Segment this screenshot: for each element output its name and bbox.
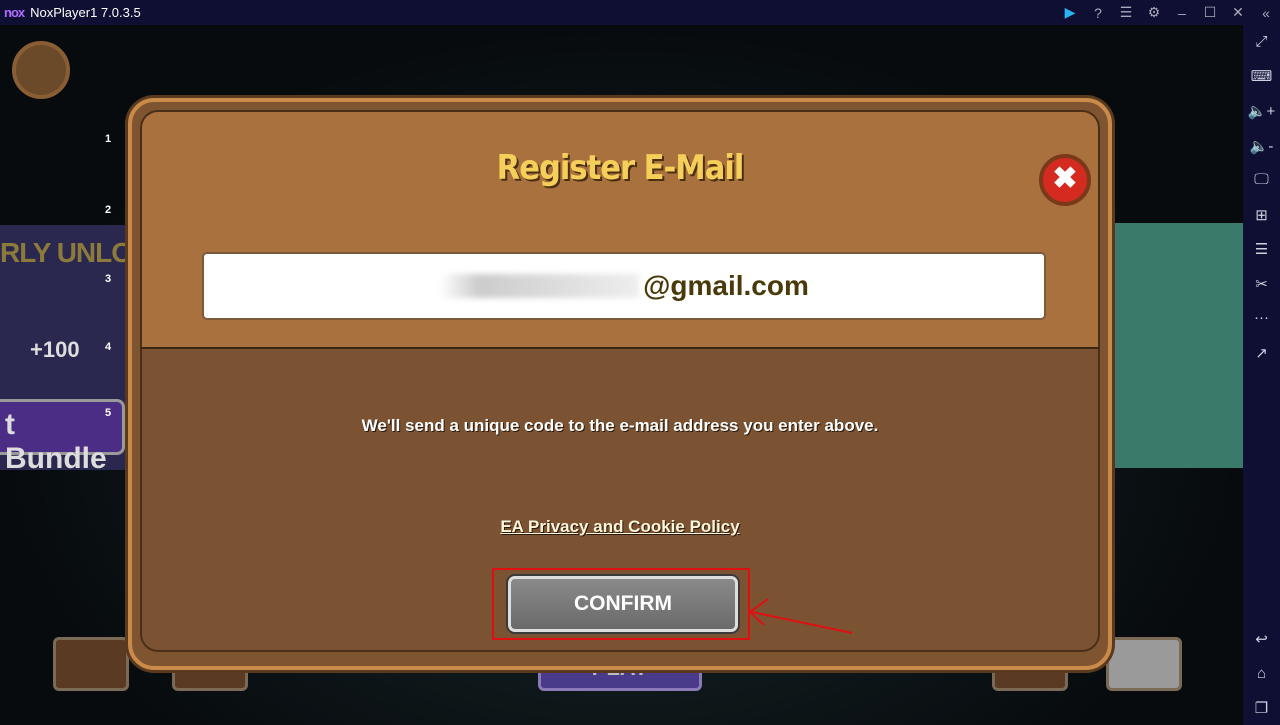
list-number: 5 bbox=[105, 407, 112, 419]
privacy-policy-link[interactable]: EA Privacy and Cookie Policy bbox=[132, 517, 1108, 537]
confirm-button[interactable]: CONFIRM bbox=[508, 576, 738, 632]
multi-instance-icon[interactable]: ☰ bbox=[1243, 240, 1280, 258]
dialog-title: Register E-Mail bbox=[496, 148, 745, 188]
window-title: NoxPlayer1 7.0.3.5 bbox=[30, 5, 141, 20]
apk-install-icon[interactable]: ⊞ bbox=[1243, 206, 1280, 224]
settings-icon[interactable]: ⚙ bbox=[1146, 4, 1162, 21]
gamepad-button[interactable] bbox=[1106, 637, 1182, 691]
nox-logo: nox bbox=[4, 5, 25, 20]
back-icon[interactable]: ↩ bbox=[1243, 630, 1280, 648]
play-store-icon[interactable]: ▶ bbox=[1062, 4, 1078, 21]
keyboard-icon[interactable]: ⌨ bbox=[1243, 67, 1280, 85]
close-icon[interactable]: ✕ bbox=[1230, 4, 1246, 21]
redacted-text bbox=[439, 274, 640, 298]
register-email-dialog: Register E-Mail ✖ @gmail.com We'll send … bbox=[128, 98, 1112, 670]
list-number: 3 bbox=[105, 273, 112, 285]
fullscreen-icon[interactable]: ⤢ bbox=[1243, 33, 1280, 50]
screen-icon[interactable]: 🖵 bbox=[1243, 171, 1280, 188]
volume-up-icon[interactable]: 🔈+ bbox=[1243, 102, 1280, 120]
title-bar: nox NoxPlayer1 7.0.3.5 ▶ ? ☰ ⚙ – ☐ ✕ « bbox=[0, 0, 1280, 25]
list-number: 1 bbox=[105, 133, 112, 145]
list-number: 2 bbox=[105, 204, 112, 216]
email-suffix: @gmail.com bbox=[643, 270, 809, 301]
info-text: We'll send a unique code to the e-mail a… bbox=[361, 416, 879, 435]
email-input[interactable]: @gmail.com bbox=[202, 252, 1046, 320]
close-dialog-button[interactable]: ✖ bbox=[1039, 154, 1091, 206]
list-number: 4 bbox=[105, 341, 112, 353]
help-icon[interactable]: ? bbox=[1090, 5, 1106, 21]
share-icon[interactable]: ↗ bbox=[1243, 344, 1280, 362]
menu-icon[interactable]: ☰ bbox=[1118, 4, 1134, 21]
emulator-sidebar: ⤢ ⌨ 🔈+ 🔈- 🖵 ⊞ ☰ ✂ ··· ↗ ↩ ⌂ ❐ bbox=[1243, 25, 1280, 725]
more-icon[interactable]: ··· bbox=[1243, 309, 1280, 326]
banner-amount: +100 bbox=[30, 337, 80, 362]
annotation-arrow bbox=[748, 598, 853, 634]
cloud-button[interactable] bbox=[53, 637, 129, 691]
recent-apps-icon[interactable]: ❐ bbox=[1243, 699, 1280, 717]
game-screen: 1 2 RLY UNLOCK +100 t Bundle 3 4 5 PLAY … bbox=[0, 25, 1243, 725]
minimize-icon[interactable]: – bbox=[1174, 5, 1190, 21]
offer-banner-right[interactable] bbox=[1110, 223, 1243, 468]
player-avatar[interactable] bbox=[12, 41, 70, 99]
maximize-icon[interactable]: ☐ bbox=[1202, 4, 1218, 21]
volume-down-icon[interactable]: 🔈- bbox=[1243, 137, 1280, 155]
collapse-icon[interactable]: « bbox=[1258, 5, 1274, 21]
home-icon[interactable]: ⌂ bbox=[1243, 665, 1280, 682]
screenshot-icon[interactable]: ✂ bbox=[1243, 275, 1280, 293]
